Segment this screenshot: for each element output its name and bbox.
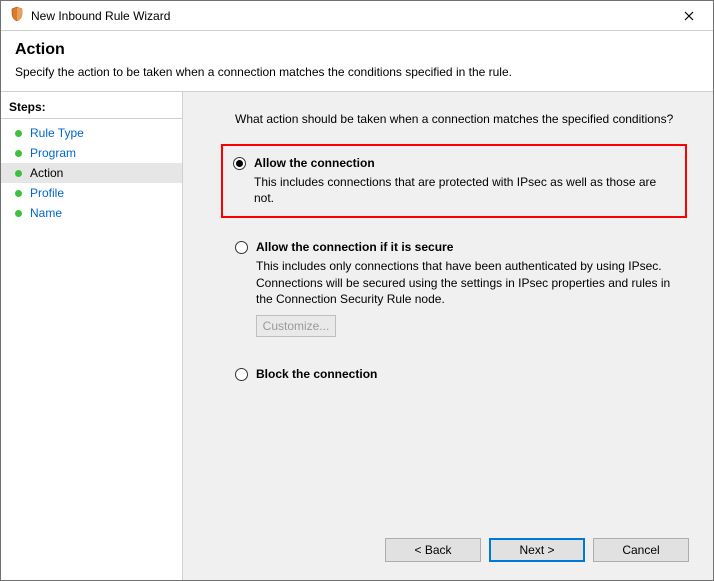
question-text: What action should be taken when a conne… <box>235 112 695 126</box>
step-name[interactable]: Name <box>1 203 182 223</box>
option-block: Block the connection <box>227 359 695 389</box>
titlebar: New Inbound Rule Wizard <box>1 1 713 31</box>
wizard-header: Action Specify the action to be taken wh… <box>1 31 713 92</box>
wizard-body: Steps: Rule Type Program Action Profile <box>1 92 713 580</box>
option-allow: Allow the connection This includes conne… <box>221 144 687 218</box>
button-row: < Back Next > Cancel <box>201 528 695 568</box>
bullet-icon <box>15 150 22 157</box>
radio-block[interactable] <box>235 368 248 381</box>
radio-allow[interactable] <box>233 157 246 170</box>
close-button[interactable] <box>673 4 705 28</box>
page-subtitle: Specify the action to be taken when a co… <box>15 65 699 79</box>
bullet-icon <box>15 130 22 137</box>
customize-button: Customize... <box>256 315 336 337</box>
step-label: Program <box>30 146 76 160</box>
back-button[interactable]: < Back <box>385 538 481 562</box>
bullet-icon <box>15 170 22 177</box>
radio-row-block[interactable]: Block the connection <box>235 367 687 381</box>
step-label: Profile <box>30 186 64 200</box>
wizard-window: New Inbound Rule Wizard Action Specify t… <box>0 0 714 581</box>
step-profile[interactable]: Profile <box>1 183 182 203</box>
step-action[interactable]: Action <box>1 163 182 183</box>
next-button[interactable]: Next > <box>489 538 585 562</box>
steps-panel: Steps: Rule Type Program Action Profile <box>1 92 183 580</box>
window-title: New Inbound Rule Wizard <box>31 9 673 23</box>
option-label: Allow the connection if it is secure <box>256 240 453 254</box>
option-allow-secure: Allow the connection if it is secure Thi… <box>227 232 695 345</box>
app-icon <box>9 6 25 25</box>
option-label: Block the connection <box>256 367 377 381</box>
step-rule-type[interactable]: Rule Type <box>1 123 182 143</box>
radio-row-allow[interactable]: Allow the connection <box>233 156 677 170</box>
cancel-button[interactable]: Cancel <box>593 538 689 562</box>
bullet-icon <box>15 190 22 197</box>
step-label: Action <box>30 166 63 180</box>
bullet-icon <box>15 210 22 217</box>
steps-list: Rule Type Program Action Profile Name <box>1 119 182 223</box>
main-panel: What action should be taken when a conne… <box>183 92 713 580</box>
option-label: Allow the connection <box>254 156 375 170</box>
step-label: Name <box>30 206 62 220</box>
page-title: Action <box>15 41 699 59</box>
step-program[interactable]: Program <box>1 143 182 163</box>
steps-heading: Steps: <box>1 98 182 119</box>
radio-allow-secure[interactable] <box>235 241 248 254</box>
option-desc: This includes connections that are prote… <box>254 174 677 206</box>
radio-row-allow-secure[interactable]: Allow the connection if it is secure <box>235 240 687 254</box>
option-desc: This includes only connections that have… <box>256 258 687 307</box>
step-label: Rule Type <box>30 126 84 140</box>
